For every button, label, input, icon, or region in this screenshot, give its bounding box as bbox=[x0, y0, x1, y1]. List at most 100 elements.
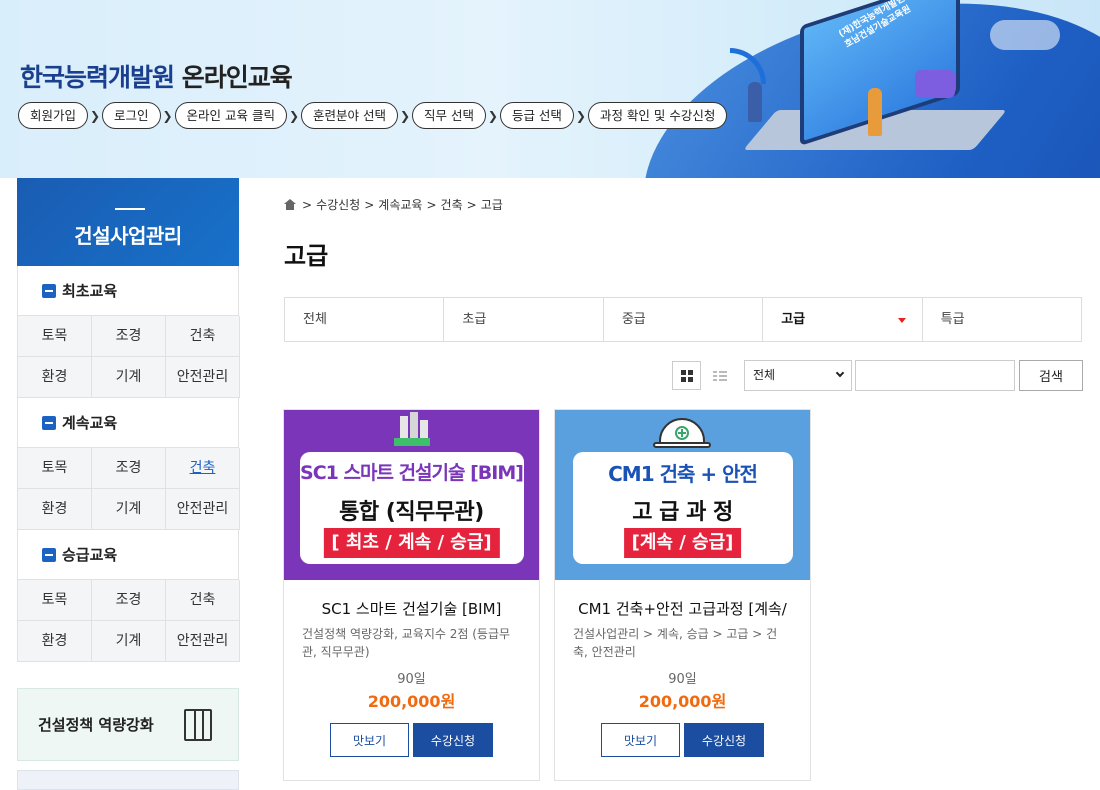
minus-square-icon bbox=[42, 415, 56, 430]
sidebar-item[interactable]: 안전관리 bbox=[166, 621, 240, 662]
title-bar-decoration bbox=[115, 208, 145, 210]
site-header: (재)한국능력개발원 호남건설기술교육원 한국능력개발원 온라인교육 회원가입 … bbox=[0, 0, 1100, 178]
minus-square-icon bbox=[42, 283, 56, 298]
tab-advanced[interactable]: 고급 bbox=[763, 298, 923, 341]
search-button[interactable]: 검색 bbox=[1019, 360, 1083, 391]
step-grade-select[interactable]: 등급 선택 bbox=[499, 102, 574, 129]
breadcrumb-item[interactable]: 건축 bbox=[441, 196, 463, 213]
sidebar: 건설사업관리 최초교육 토목 조경 건축 환경 기계 안전관리 계속교육 토목 … bbox=[17, 178, 240, 662]
site-logo[interactable]: 한국능력개발원 온라인교육 bbox=[20, 58, 293, 94]
sidebar-item[interactable]: 기계 bbox=[92, 489, 166, 530]
step-online-click[interactable]: 온라인 교육 클릭 bbox=[174, 102, 287, 129]
chevron-right-icon: ❯ bbox=[399, 108, 410, 123]
cloud-icon bbox=[990, 20, 1060, 50]
sidebar-subgrid-continuing: 토목 조경 건축 환경 기계 안전관리 bbox=[17, 448, 240, 530]
logo-sub: 온라인교육 bbox=[174, 63, 293, 92]
course-description: 건설정책 역량강화, 교육지수 2점 (등급무관, 직무무관) bbox=[302, 627, 511, 659]
tab-all[interactable]: 전체 bbox=[285, 298, 445, 341]
chevron-right-icon: ❯ bbox=[487, 108, 498, 123]
course-price: 200,000원 bbox=[638, 692, 727, 711]
apply-button[interactable]: 수강신청 bbox=[413, 723, 493, 757]
breadcrumb: > 수강신청 > 계속교육 > 건축 > 고급 bbox=[284, 196, 503, 213]
sidebar-item[interactable]: 환경 bbox=[18, 621, 92, 662]
course-price: 200,000원 bbox=[367, 692, 456, 711]
minus-square-icon bbox=[42, 547, 56, 562]
list-icon bbox=[713, 371, 727, 381]
sidebar-item[interactable]: 건축 bbox=[166, 580, 240, 621]
sidebar-group-continuing[interactable]: 계속교육 bbox=[17, 398, 239, 448]
grade-tabs: 전체 초급 중급 고급 특급 bbox=[284, 297, 1082, 342]
secondary-banner[interactable] bbox=[17, 770, 239, 790]
step-field-select[interactable]: 훈련분야 선택 bbox=[300, 102, 398, 129]
category-select[interactable]: 전체 bbox=[744, 360, 852, 391]
hard-hat-icon bbox=[653, 414, 711, 450]
tab-special[interactable]: 특급 bbox=[922, 298, 1082, 341]
breadcrumb-separator: > bbox=[302, 197, 313, 212]
sidebar-title: 건설사업관리 bbox=[74, 224, 182, 248]
group-label: 최초교육 bbox=[62, 282, 118, 300]
breadcrumb-item[interactable]: 수강신청 bbox=[316, 196, 360, 213]
tab-label: 고급 bbox=[781, 312, 806, 327]
apply-button[interactable]: 수강신청 bbox=[684, 723, 764, 757]
sidebar-header: 건설사업관리 bbox=[17, 178, 239, 266]
banner-label: 건설정책 역량강화 bbox=[38, 716, 154, 734]
tab-beginner[interactable]: 초급 bbox=[444, 298, 604, 341]
book-icon bbox=[184, 709, 212, 741]
caret-down-icon bbox=[897, 318, 906, 323]
process-steps: 회원가입 ❯ 로그인 ❯ 온라인 교육 클릭 ❯ 훈련분야 선택 ❯ 직무 선택… bbox=[18, 102, 728, 129]
step-login[interactable]: 로그인 bbox=[102, 102, 161, 129]
sidebar-item[interactable]: 기계 bbox=[92, 357, 166, 398]
grid-icon bbox=[681, 370, 693, 382]
plus-circle-icon bbox=[675, 426, 689, 440]
sidebar-item[interactable]: 조경 bbox=[92, 580, 166, 621]
thumbnail-subtitle: 고 급 과 정 bbox=[632, 500, 733, 525]
chevron-right-icon: ❯ bbox=[575, 108, 586, 123]
breadcrumb-item[interactable]: 고급 bbox=[481, 196, 503, 213]
sidebar-item[interactable]: 조경 bbox=[92, 316, 166, 357]
course-duration: 90일 bbox=[668, 672, 697, 687]
policy-banner[interactable]: 건설정책 역량강화 bbox=[17, 688, 239, 761]
preview-button[interactable]: 맛보기 bbox=[330, 723, 409, 757]
thumbnail-title: CM1 건축 + 안전 bbox=[608, 462, 758, 486]
step-signup[interactable]: 회원가입 bbox=[18, 102, 89, 129]
sidebar-group-promotion[interactable]: 승급교육 bbox=[17, 530, 239, 580]
group-label: 승급교육 bbox=[62, 546, 118, 564]
breadcrumb-item[interactable]: 계속교육 bbox=[378, 196, 422, 213]
chevron-down-icon bbox=[835, 368, 845, 378]
list-view-button[interactable] bbox=[705, 361, 734, 390]
chat-bubble-icon bbox=[915, 70, 955, 98]
thumbnail-title: SC1 스마트 건설기술 [BIM] bbox=[300, 462, 524, 484]
sidebar-item[interactable]: 토목 bbox=[18, 448, 92, 489]
thumbnail-subtitle: 통합 (직무무관) bbox=[339, 500, 484, 525]
home-icon[interactable] bbox=[284, 199, 296, 210]
page-title: 고급 bbox=[284, 242, 329, 270]
course-thumbnail[interactable]: SC1 스마트 건설기술 [BIM] 통합 (직무무관) [ 최초 / 계속 /… bbox=[284, 410, 539, 580]
person-illustration bbox=[748, 82, 762, 122]
course-card: SC1 스마트 건설기술 [BIM] 통합 (직무무관) [ 최초 / 계속 /… bbox=[283, 409, 540, 781]
person-illustration bbox=[868, 88, 882, 136]
tab-intermediate[interactable]: 중급 bbox=[603, 298, 764, 341]
sidebar-item[interactable]: 안전관리 bbox=[166, 489, 240, 530]
sidebar-item[interactable]: 환경 bbox=[18, 489, 92, 530]
hard-hat-brim bbox=[653, 442, 711, 448]
step-course-apply[interactable]: 과정 확인 및 수강신청 bbox=[587, 102, 728, 129]
course-title[interactable]: SC1 스마트 건설기술 [BIM] bbox=[284, 598, 539, 619]
course-thumbnail[interactable]: CM1 건축 + 안전 고 급 과 정 [계속 / 승급] bbox=[555, 410, 810, 580]
sidebar-item[interactable]: 건축 bbox=[166, 316, 240, 357]
thumbnail-tag: [ 최초 / 계속 / 승급] bbox=[323, 528, 500, 558]
grid-view-button[interactable] bbox=[672, 361, 701, 390]
thumbnail-tag: [계속 / 승급] bbox=[623, 528, 742, 558]
sidebar-item[interactable]: 조경 bbox=[92, 448, 166, 489]
sidebar-item[interactable]: 안전관리 bbox=[166, 357, 240, 398]
sidebar-group-initial[interactable]: 최초교육 bbox=[17, 266, 239, 316]
course-title[interactable]: CM1 건축+안전 고급과정 [계속/ bbox=[555, 598, 810, 619]
search-input[interactable] bbox=[855, 360, 1015, 391]
course-card: CM1 건축 + 안전 고 급 과 정 [계속 / 승급] CM1 건축+안전 … bbox=[554, 409, 811, 781]
preview-button[interactable]: 맛보기 bbox=[601, 723, 680, 757]
sidebar-item[interactable]: 기계 bbox=[92, 621, 166, 662]
sidebar-item-active[interactable]: 건축 bbox=[166, 448, 240, 489]
step-job-select[interactable]: 직무 선택 bbox=[411, 102, 486, 129]
sidebar-item[interactable]: 토목 bbox=[18, 580, 92, 621]
sidebar-item[interactable]: 환경 bbox=[18, 357, 92, 398]
sidebar-item[interactable]: 토목 bbox=[18, 316, 92, 357]
